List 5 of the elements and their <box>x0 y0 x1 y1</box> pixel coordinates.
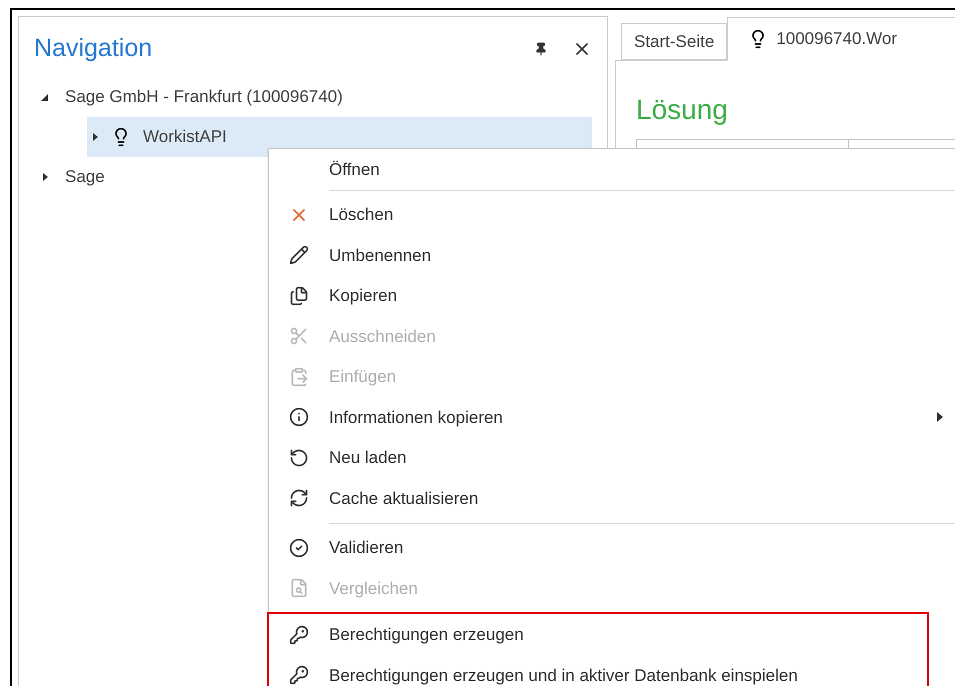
tree-label: Sage GmbH - Frankfurt (100096740) <box>65 86 343 108</box>
tree-label: Sage <box>65 166 105 188</box>
panel-title: Navigation <box>34 33 152 64</box>
tree-label: WorkistAPI <box>143 126 227 148</box>
page-title: Lösung <box>636 93 729 127</box>
